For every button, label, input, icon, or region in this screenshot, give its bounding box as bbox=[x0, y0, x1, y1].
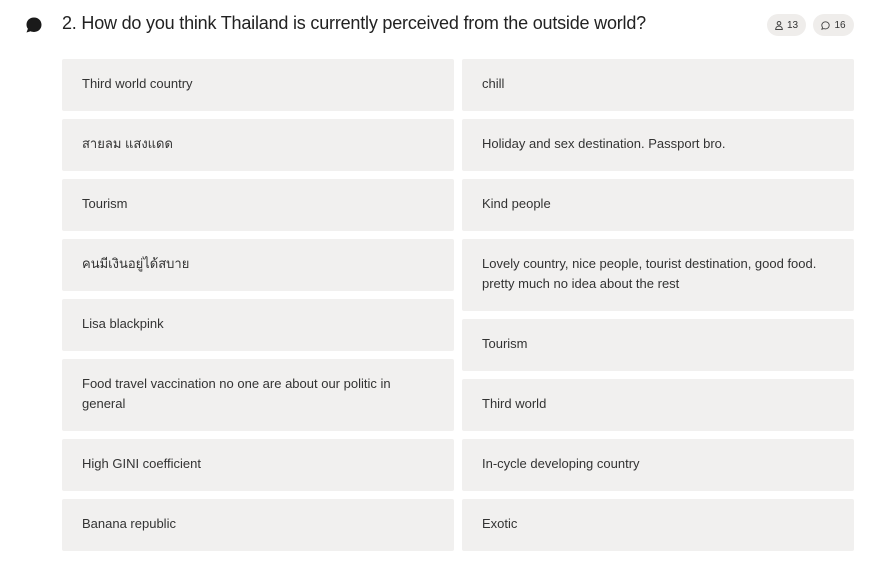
response-card: สายลม แสงแดด bbox=[62, 119, 454, 171]
response-card: Food travel vaccination no one are about… bbox=[62, 359, 454, 431]
question-title: 2. How do you think Thailand is currentl… bbox=[62, 13, 646, 33]
comment-icon bbox=[821, 20, 831, 30]
participants-count: 13 bbox=[786, 19, 799, 31]
responses-column-left: Third world country สายลม แสงแดด Tourism… bbox=[62, 59, 454, 551]
response-card: Tourism bbox=[462, 319, 854, 371]
response-card: Tourism bbox=[62, 179, 454, 231]
question-header: 2. How do you think Thailand is currentl… bbox=[0, 0, 884, 50]
response-card: Third world country bbox=[62, 59, 454, 111]
responses-count: 16 bbox=[834, 19, 846, 31]
response-card: Third world bbox=[462, 379, 854, 431]
response-card: Exotic bbox=[462, 499, 854, 551]
responses-badge: 16 bbox=[813, 14, 854, 36]
response-card: chill bbox=[462, 59, 854, 111]
speech-bubble-icon bbox=[26, 17, 42, 33]
response-card: High GINI coefficient bbox=[62, 439, 454, 491]
response-card: Lisa blackpink bbox=[62, 299, 454, 351]
response-card: In-cycle developing country bbox=[462, 439, 854, 491]
response-card: Banana republic bbox=[62, 499, 454, 551]
response-card: Kind people bbox=[462, 179, 854, 231]
participants-badge: 13 bbox=[767, 14, 806, 36]
person-icon bbox=[775, 20, 783, 30]
response-card: คนมีเงินอยู่ได้สบาย bbox=[62, 239, 454, 291]
response-card: Lovely country, nice people, tourist des… bbox=[462, 239, 854, 311]
response-card: Holiday and sex destination. Passport br… bbox=[462, 119, 854, 171]
responses-column-right: chill Holiday and sex destination. Passp… bbox=[462, 59, 854, 551]
